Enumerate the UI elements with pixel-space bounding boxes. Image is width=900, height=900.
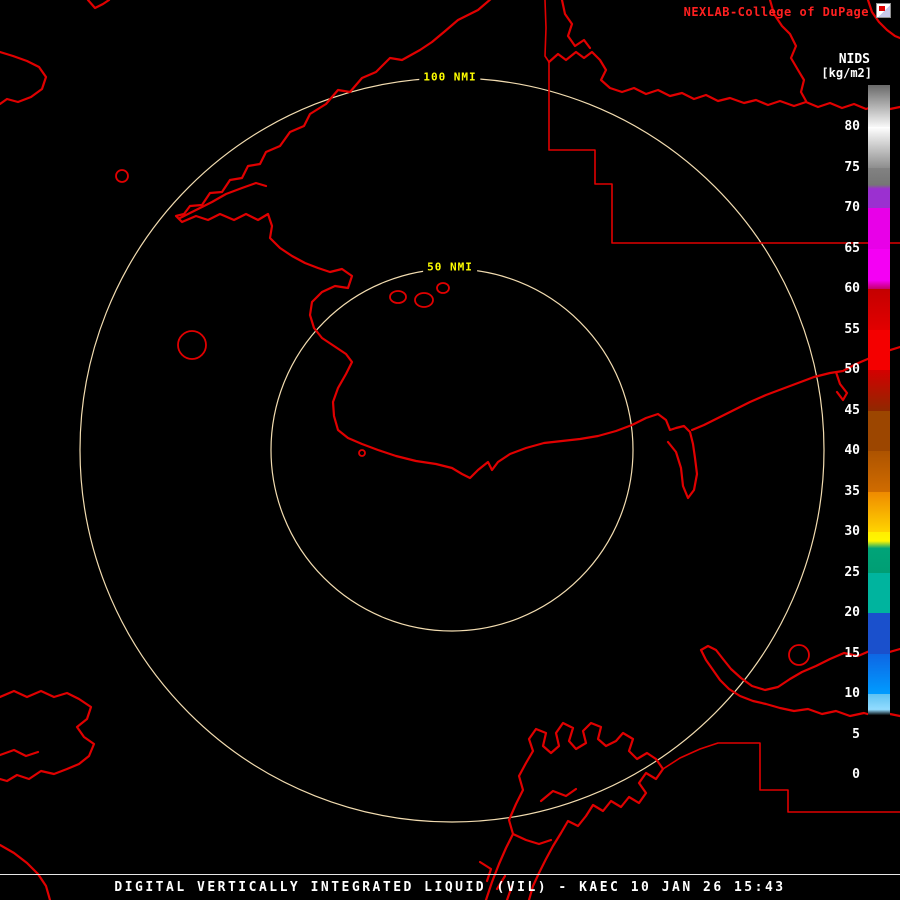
- colorbar-tick-label: 55: [844, 321, 860, 337]
- colorbar-segment: [868, 127, 890, 168]
- colorbar-tick-label: 45: [844, 402, 860, 418]
- colorbar-segment: [868, 613, 890, 654]
- colorbar-segment: [868, 85, 890, 127]
- product-title: DIGITAL VERTICALLY INTEGRATED LIQUID (VI…: [114, 880, 786, 895]
- colorbar-segment: [868, 370, 890, 411]
- river-topright-2: [560, 0, 592, 50]
- island: [389, 290, 407, 304]
- range-rings: [79, 77, 825, 823]
- delta-channel: [511, 832, 553, 846]
- range-ring-50nmi: [270, 268, 634, 632]
- colorbar-tick-label: 30: [844, 524, 860, 539]
- colorbar-tick-label: 35: [844, 483, 860, 499]
- colorbar-segment: [868, 572, 890, 613]
- delta-channel-2: [539, 787, 578, 803]
- colorbar-segment: [868, 775, 890, 790]
- range-ring-label-50nmi: 50 NMI: [423, 259, 477, 275]
- range-ring-label-100nmi: 100 NMI: [419, 69, 481, 85]
- colorbar-segment: [868, 410, 890, 451]
- colorbar-segment: [868, 653, 890, 694]
- island: [177, 330, 207, 360]
- colorbar: 80 75 70 65 60 55 50 45 40 35 30 25 20 15 10 5 0: [844, 85, 890, 790]
- map-overlay: [0, 0, 900, 900]
- boundary-vertical-top: [544, 0, 550, 63]
- colorbar-segment: [868, 451, 890, 492]
- island: [358, 449, 366, 457]
- island-topedge: [86, 0, 111, 10]
- island: [788, 644, 810, 666]
- colorbar-tick-label: 10: [844, 686, 860, 701]
- colorbar-tick-label: 75: [844, 159, 860, 175]
- colorbar-segment: [868, 734, 890, 775]
- colorbar-tick-label: 60: [844, 281, 860, 296]
- colorbar-segment: [868, 248, 890, 289]
- colorbar-units: [kg/m2]: [821, 66, 872, 80]
- brand-text: NEXLAB-College of DuPage: [683, 5, 869, 19]
- colorbar-tick-label: 5: [852, 726, 860, 742]
- colorbar-tick-label: 40: [844, 443, 860, 458]
- colorbar-segment: [868, 167, 890, 208]
- barrier-island: [178, 181, 268, 220]
- island: [414, 292, 434, 308]
- colorbar-tick-label: 20: [844, 605, 860, 620]
- radar-map: [0, 0, 900, 900]
- colorbar-title: NIDS: [838, 52, 870, 67]
- delta-fork: [478, 860, 493, 883]
- island: [115, 169, 129, 183]
- colorbar-tick-label: 25: [844, 564, 860, 580]
- cod-logo-icon: [876, 3, 891, 18]
- colorbar-segment: [868, 329, 890, 370]
- coastline-bottomleft-inner: [0, 748, 40, 758]
- colorbar-segment: [868, 532, 890, 573]
- island-topleft: [0, 50, 48, 106]
- colorbar-tick-label: 80: [844, 119, 860, 134]
- range-ring-100nmi: [79, 77, 825, 823]
- colorbar-tick-label: 0: [852, 767, 860, 782]
- colorbar-segment: [868, 491, 890, 532]
- boundary-stepped-bottomright: [662, 742, 900, 813]
- colorbar-tick-label: 70: [844, 200, 860, 215]
- colorbar-tick-label: 50: [844, 362, 860, 377]
- colorbar-segment: [868, 208, 890, 249]
- radar-display: 100 NMI 50 NMI NEXLAB-College of DuPage …: [0, 0, 900, 900]
- island: [436, 282, 450, 294]
- colorbar-segment: [868, 694, 890, 735]
- coastline-bottomleft: [0, 689, 96, 783]
- colorbar-tick-label: 15: [844, 645, 860, 661]
- colorbar-segment: [868, 289, 890, 330]
- footer-divider: [0, 874, 900, 875]
- colorbar-tick-label: 65: [844, 240, 860, 256]
